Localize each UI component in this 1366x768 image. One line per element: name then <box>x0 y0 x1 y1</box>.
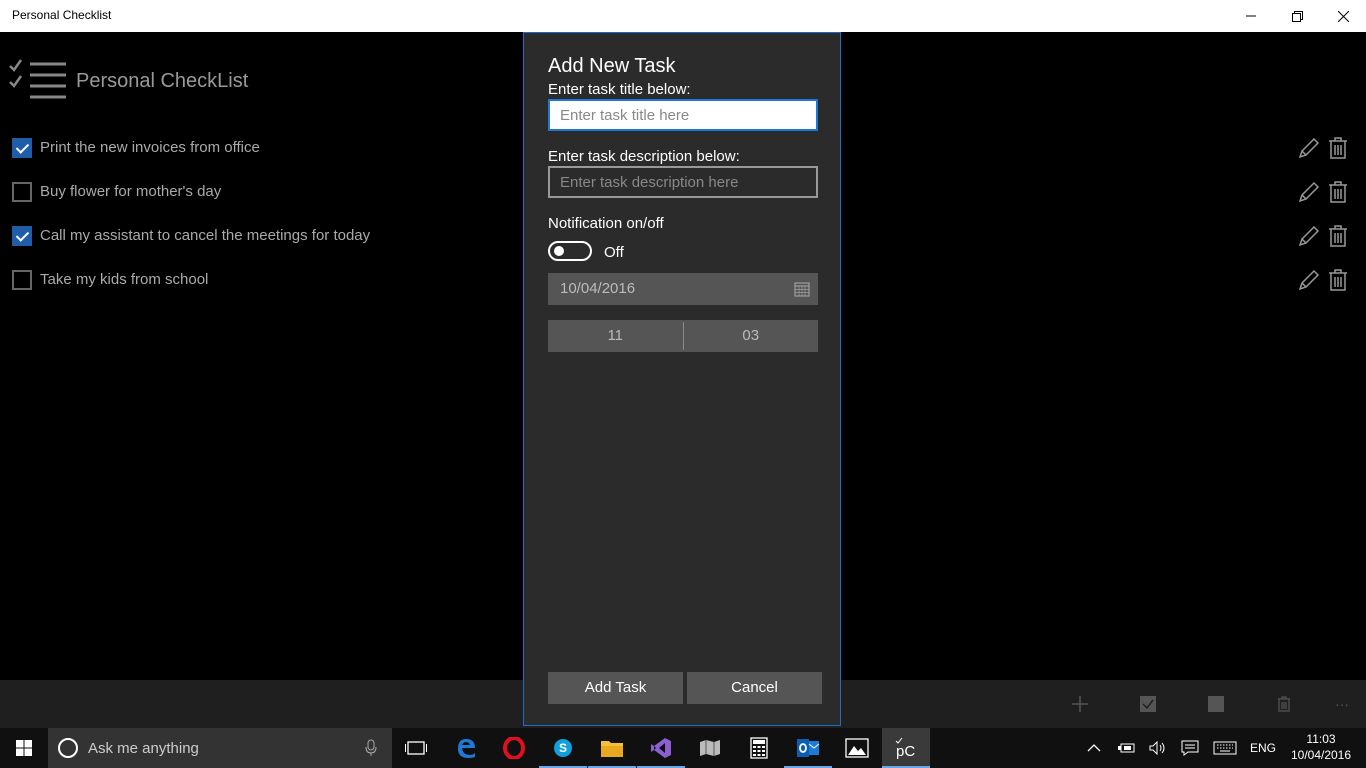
task-label: Buy flower for mother's day <box>40 183 222 200</box>
volume-button[interactable] <box>1146 728 1170 768</box>
task-label: Take my kids from school <box>40 271 209 288</box>
folder-icon <box>601 741 623 757</box>
cortana-icon <box>58 738 78 758</box>
date-picker[interactable]: 10/04/2016 <box>548 273 818 305</box>
app-header: Personal CheckList <box>8 56 248 106</box>
opera-icon <box>503 737 525 759</box>
outlook-icon <box>797 739 820 757</box>
task-description-input[interactable] <box>548 166 818 198</box>
visual-studio-taskbar-button[interactable] <box>637 728 685 768</box>
svg-text:S: S <box>559 741 567 755</box>
edit-icon[interactable] <box>1297 180 1321 204</box>
add-icon <box>1072 696 1088 712</box>
visual-studio-icon <box>651 738 671 758</box>
toggle-knob <box>554 246 564 256</box>
delete-all-button[interactable] <box>1272 692 1296 716</box>
file-explorer-taskbar-button[interactable] <box>588 728 636 768</box>
chevron-up-icon <box>1087 744 1101 752</box>
personal-checklist-app-icon: pC <box>895 737 915 759</box>
calculator-icon <box>750 737 768 759</box>
language-indicator[interactable]: ENG <box>1246 728 1280 768</box>
checklist-logo-icon <box>9 59 66 99</box>
calculator-taskbar-button[interactable] <box>735 728 783 768</box>
delete-icon[interactable] <box>1327 180 1349 204</box>
uncheck-all-icon <box>1208 696 1224 712</box>
edit-icon[interactable] <box>1297 136 1321 160</box>
delete-icon[interactable] <box>1327 224 1349 248</box>
task-label: Print the new invoices from office <box>40 139 260 156</box>
close-button[interactable] <box>1320 0 1366 32</box>
calendar-icon <box>794 282 810 297</box>
minute-value[interactable]: 03 <box>684 320 819 352</box>
restore-button[interactable] <box>1274 0 1320 32</box>
notification-toggle[interactable] <box>548 241 592 261</box>
clock-time: 11:03 <box>1306 732 1336 746</box>
uncheck-all-button[interactable] <box>1204 692 1228 716</box>
more-button[interactable]: ··· <box>1330 692 1354 716</box>
cortana-search-box[interactable]: Ask me anything <box>48 728 392 768</box>
battery-icon <box>1118 743 1135 753</box>
window-title: Personal Checklist <box>12 8 112 22</box>
add-task-dialog: Add New Task Enter task title below: Ent… <box>523 32 841 726</box>
minimize-icon <box>1246 15 1256 17</box>
opera-taskbar-button[interactable] <box>490 728 538 768</box>
edit-icon[interactable] <box>1297 268 1321 292</box>
task-checkbox[interactable] <box>12 182 32 202</box>
check-all-icon <box>1140 696 1156 712</box>
edge-icon <box>458 739 475 758</box>
photos-icon <box>845 738 869 758</box>
task-view-icon <box>405 741 427 755</box>
task-checkbox[interactable] <box>12 270 32 290</box>
window-title-bar: Personal Checklist <box>0 0 1366 32</box>
cancel-button[interactable]: Cancel <box>687 672 822 704</box>
volume-icon <box>1149 741 1165 755</box>
personal-checklist-taskbar-button[interactable]: pC <box>882 728 930 768</box>
delete-icon[interactable] <box>1327 268 1349 292</box>
clock-date: 10/04/2016 <box>1290 748 1352 762</box>
edit-icon[interactable] <box>1297 224 1321 248</box>
task-title-input[interactable] <box>548 99 818 131</box>
skype-taskbar-button[interactable]: S <box>539 728 587 768</box>
task-checkbox[interactable] <box>12 138 32 158</box>
keyboard-icon <box>1213 741 1237 755</box>
time-picker[interactable]: 11 03 <box>548 320 818 352</box>
add-task-button[interactable]: Add Task <box>548 672 683 704</box>
check-all-button[interactable] <box>1136 692 1160 716</box>
clock[interactable]: 11:03 10/04/2016 <box>1284 731 1358 763</box>
date-value: 10/04/2016 <box>560 280 636 297</box>
dialog-title: Add New Task <box>548 55 676 77</box>
maps-icon <box>700 740 720 756</box>
power-button[interactable] <box>1114 728 1138 768</box>
skype-icon: S <box>554 739 572 757</box>
edge-taskbar-button[interactable] <box>442 728 490 768</box>
taskbar: Ask me anything S pC ENG 11:03 10/04/201… <box>0 728 1366 768</box>
minimize-button[interactable] <box>1228 0 1274 32</box>
touch-keyboard-button[interactable] <box>1210 728 1240 768</box>
add-button[interactable] <box>1068 692 1092 716</box>
task-checkbox[interactable] <box>12 226 32 246</box>
show-hidden-icons-button[interactable] <box>1082 728 1106 768</box>
delete-icon[interactable] <box>1327 136 1349 160</box>
hour-value[interactable]: 11 <box>548 320 683 352</box>
task-label: Call my assistant to cancel the meetings… <box>40 227 371 244</box>
delete-icon <box>1278 696 1290 712</box>
toggle-state-label: Off <box>604 244 624 261</box>
start-button[interactable] <box>0 728 48 768</box>
restore-icon <box>1291 10 1303 22</box>
search-placeholder: Ask me anything <box>88 740 199 757</box>
outlook-taskbar-button[interactable] <box>784 728 832 768</box>
microphone-icon[interactable] <box>364 739 378 757</box>
notification-label: Notification on/off <box>548 215 664 232</box>
maps-taskbar-button[interactable] <box>686 728 734 768</box>
task-title-label: Enter task title below: <box>548 81 691 98</box>
task-description-label: Enter task description below: <box>548 148 740 165</box>
close-icon <box>1337 10 1349 22</box>
notification-icon <box>1181 740 1199 756</box>
windows-logo-icon <box>16 740 32 756</box>
task-view-button[interactable] <box>392 728 440 768</box>
svg-text:pC: pC <box>896 743 915 759</box>
app-title: Personal CheckList <box>76 69 249 92</box>
photos-taskbar-button[interactable] <box>833 728 881 768</box>
action-center-button[interactable] <box>1178 728 1202 768</box>
